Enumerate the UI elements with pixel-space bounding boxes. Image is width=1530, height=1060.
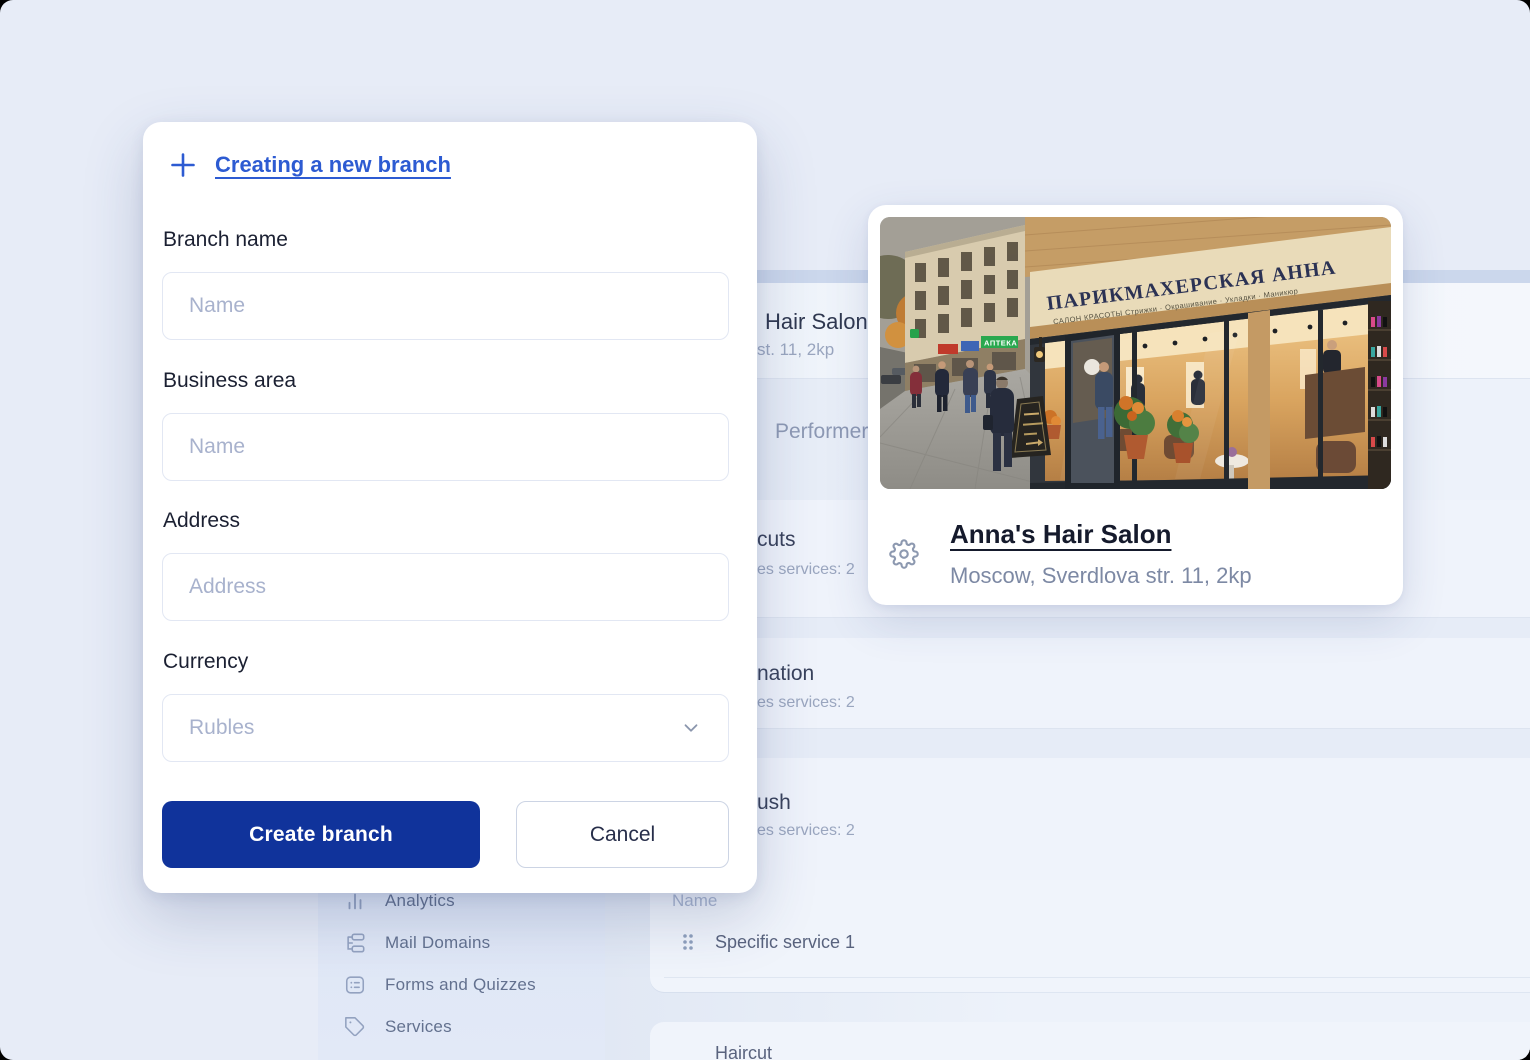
- background-services-table-partial: Haircut: [650, 1022, 1530, 1060]
- table-row-separator: [664, 977, 1530, 978]
- bar-chart-icon: [344, 890, 366, 912]
- currency-label: Currency: [163, 650, 248, 674]
- sidebar-item-label: Analytics: [385, 891, 455, 911]
- table-row-service[interactable]: Specific service 1: [715, 932, 855, 953]
- create-branch-modal: Creating a new branch Branch name Busine…: [143, 122, 757, 893]
- forms-icon: [344, 974, 366, 996]
- storefront-photo-illustration: АПТЕКА: [880, 217, 1391, 489]
- salon-brick-pier: [1248, 310, 1270, 489]
- cancel-button[interactable]: Cancel: [516, 801, 729, 868]
- create-branch-button[interactable]: Create branch: [162, 801, 480, 868]
- salon-title-link[interactable]: Anna's Hair Salon: [950, 519, 1171, 550]
- sidebar-item-label: Mail Domains: [385, 933, 490, 953]
- background-group-subtitle: es services: 2: [757, 822, 855, 840]
- background-group-title: ush: [757, 791, 791, 815]
- background-performer-label: Performer: [775, 420, 868, 444]
- branch-name-input[interactable]: [162, 272, 729, 340]
- background-group-title: nation: [757, 662, 814, 686]
- sidebar-item-forms-and-quizzes[interactable]: Forms and Quizzes: [318, 964, 605, 1006]
- business-area-label: Business area: [163, 369, 296, 393]
- address-input[interactable]: [162, 553, 729, 621]
- salon-card: АПТЕКА: [868, 205, 1403, 605]
- sidebar-item-label: Services: [385, 1017, 452, 1037]
- modal-title: Creating a new branch: [215, 152, 451, 178]
- plus-icon: [170, 152, 196, 178]
- currency-select[interactable]: Rubles: [162, 694, 729, 762]
- table-row-service: Haircut: [715, 1043, 772, 1060]
- sidebar-item-label: Forms and Quizzes: [385, 975, 536, 995]
- background-services-table: Name Specific service 1: [650, 880, 1530, 992]
- background-group-subtitle: es services: 2: [757, 694, 855, 712]
- sidebar-item-mail-domains[interactable]: Mail Domains: [318, 922, 605, 964]
- salon-storefront-photo: АПТЕКА: [880, 217, 1391, 489]
- modal-title-link[interactable]: Creating a new branch: [170, 152, 451, 178]
- mail-domains-icon: [344, 932, 366, 954]
- tag-icon: [344, 1016, 366, 1038]
- app-screen: Hair Salon st. 11, 2kp Performer cuts es…: [0, 0, 1530, 1060]
- address-label: Address: [163, 509, 240, 533]
- branch-name-label: Branch name: [163, 228, 288, 252]
- background-group-title: cuts: [757, 528, 796, 552]
- salon-product-shelf: [1368, 301, 1391, 489]
- photo-salon-building: ПАРИКМАХЕРСКАЯ АННА САЛОН КРАСОТЫ Стрижк…: [1025, 217, 1391, 489]
- pharmacy-cross-sign: [910, 329, 919, 338]
- photo-left-building: АПТЕКА: [905, 225, 1025, 391]
- background-branch-subtitle: st. 11, 2kp: [757, 340, 834, 360]
- business-area-input[interactable]: [162, 413, 729, 481]
- chevron-down-icon: [680, 717, 702, 739]
- pharmacy-sign-text: АПТЕКА: [984, 339, 1017, 348]
- table-column-name: Name: [672, 891, 717, 911]
- currency-selected-value: Rubles: [189, 716, 254, 740]
- gear-icon[interactable]: [889, 539, 919, 569]
- background-branch-title: Hair Salon: [765, 309, 868, 335]
- sidebar-item-services[interactable]: Services: [318, 1006, 605, 1048]
- salon-address: Moscow, Sverdlova str. 11, 2kp: [950, 563, 1252, 589]
- background-group-subtitle: es services: 2: [757, 561, 855, 579]
- drag-handle-icon[interactable]: [681, 932, 695, 952]
